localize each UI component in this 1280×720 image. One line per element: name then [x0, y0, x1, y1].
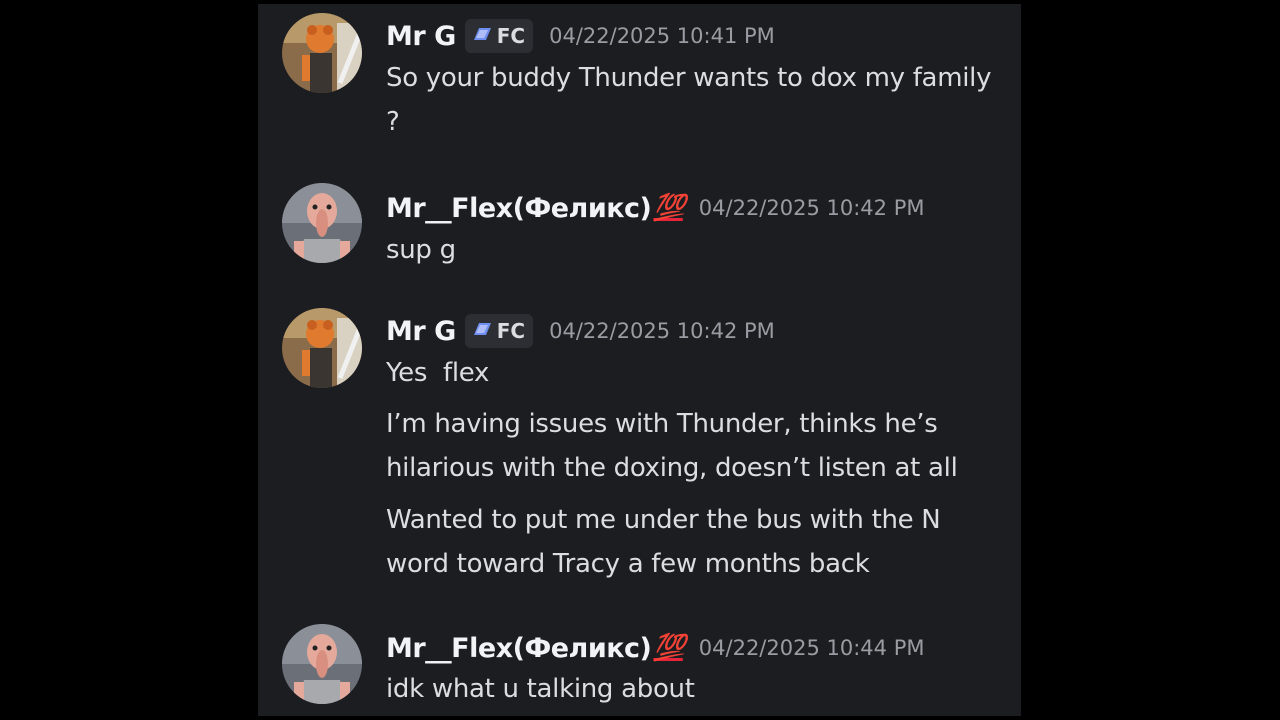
message-text: Yes flex [386, 358, 490, 388]
user-avatar-mr-flex[interactable] [282, 624, 362, 704]
guild-tag-gem-icon [471, 24, 493, 48]
hundred-points-emoji: 💯 [653, 633, 685, 663]
message-text: sup g [386, 235, 456, 265]
username[interactable]: Mr__Flex(Феликс) [386, 633, 652, 664]
timestamp[interactable]: 04/22/2025 10:41 PM [549, 24, 775, 48]
hundred-points-emoji: 💯 [653, 193, 685, 223]
chat-panel: Mr G FC 04/22/2025 10:41 PM So your budd… [258, 4, 1021, 716]
guild-tag[interactable]: FC [464, 19, 534, 53]
timestamp[interactable]: 04/22/2025 10:42 PM [699, 196, 925, 220]
message-text: Wanted to put me under the bus with the … [386, 505, 941, 579]
guild-tag-label: FC [496, 319, 526, 343]
username[interactable]: Mr G [386, 21, 456, 52]
guild-tag-gem-icon [471, 319, 493, 343]
user-avatar-mr-flex[interactable] [282, 183, 362, 263]
message-text: So your buddy Thunder wants to dox my fa… [386, 63, 992, 137]
user-avatar-mr-g[interactable] [282, 13, 362, 93]
message-text: idk what u talking about [386, 674, 695, 704]
message-text: I’m having issues with Thunder, thinks h… [386, 409, 958, 483]
username[interactable]: Mr G [386, 316, 456, 347]
user-avatar-mr-g[interactable] [282, 308, 362, 388]
timestamp[interactable]: 04/22/2025 10:42 PM [549, 319, 775, 343]
username[interactable]: Mr__Flex(Феликс) [386, 193, 652, 224]
timestamp[interactable]: 04/22/2025 10:44 PM [699, 636, 925, 660]
guild-tag-label: FC [496, 24, 526, 48]
guild-tag[interactable]: FC [464, 314, 534, 348]
